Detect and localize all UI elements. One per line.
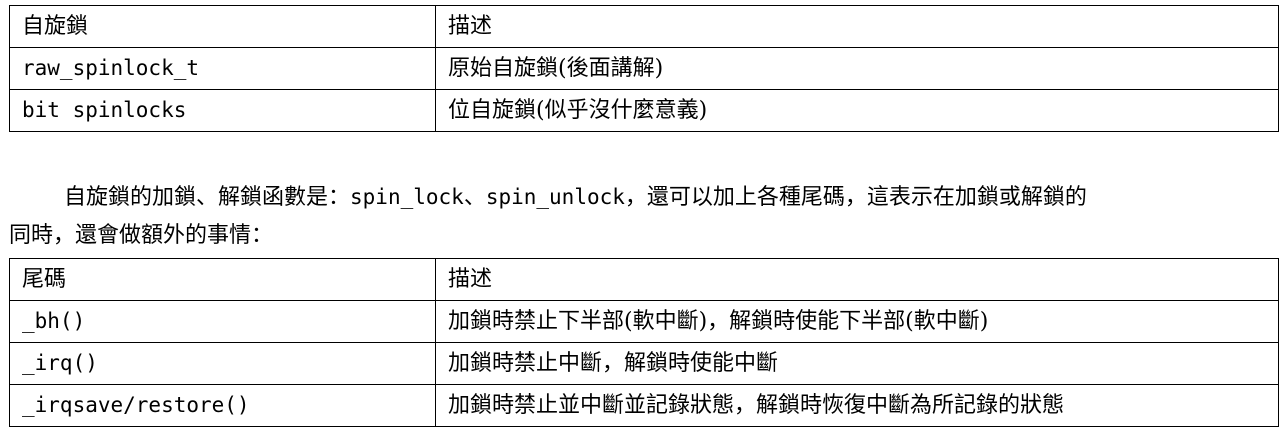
table-header-cell: 描述 — [435, 258, 1279, 301]
suffix-table: 尾碼 描述 _bh() 加鎖時禁止下半部(軟中斷)，解鎖時使能下半部(軟中斷) … — [9, 258, 1279, 427]
table-cell-description: 位自旋鎖(似乎沒什麼意義) — [435, 89, 1279, 132]
paragraph-text: ，還可以加上各種尾碼，這表示在加鎖或解鎖的 — [624, 185, 1087, 210]
table-row: _irqsave/restore() 加鎖時禁止並中斷並記錄狀態，解鎖時恢復中斷… — [9, 384, 1279, 427]
table-cell-suffix: _irq() — [9, 342, 436, 385]
table-cell-description: 加鎖時禁止中斷，解鎖時使能中斷 — [435, 342, 1279, 385]
body-paragraph: 自旋鎖的加鎖、解鎖函數是：spin_lock、spin_unlock，還可以加上… — [9, 178, 1287, 255]
table-header-row: 尾碼 描述 — [9, 258, 1279, 301]
table-cell-description: 原始自旋鎖(後面講解) — [435, 47, 1279, 90]
table-cell-description: 加鎖時禁止下半部(軟中斷)，解鎖時使能下半部(軟中斷) — [435, 300, 1279, 343]
inline-code: spin_lock — [350, 185, 464, 209]
inline-code: spin_unlock — [485, 185, 625, 209]
paragraph-line-1: 自旋鎖的加鎖、解鎖函數是：spin_lock、spin_unlock，還可以加上… — [9, 178, 1287, 217]
table-cell-suffix: _bh() — [9, 300, 436, 343]
table-header-cell: 尾碼 — [9, 258, 436, 301]
paragraph-line-2: 同時，還會做額外的事情： — [9, 223, 274, 248]
table-header-cell: 描述 — [435, 5, 1279, 48]
table-row: _irq() 加鎖時禁止中斷，解鎖時使能中斷 — [9, 342, 1279, 385]
table-cell-name: bit spinlocks — [9, 89, 436, 132]
table-cell-name: raw_spinlock_t — [9, 47, 436, 90]
spinlock-types-table: 自旋鎖 描述 raw_spinlock_t 原始自旋鎖(後面講解) bit sp… — [9, 5, 1279, 132]
table-row: raw_spinlock_t 原始自旋鎖(後面講解) — [9, 47, 1279, 90]
table-header-cell: 自旋鎖 — [9, 5, 436, 48]
table-row: bit spinlocks 位自旋鎖(似乎沒什麼意義) — [9, 89, 1279, 132]
table-header-row: 自旋鎖 描述 — [9, 5, 1279, 48]
table-row: _bh() 加鎖時禁止下半部(軟中斷)，解鎖時使能下半部(軟中斷) — [9, 300, 1279, 343]
table-cell-suffix: _irqsave/restore() — [9, 384, 436, 427]
table-cell-description: 加鎖時禁止並中斷並記錄狀態，解鎖時恢復中斷為所記錄的狀態 — [435, 384, 1279, 427]
paragraph-text: 、 — [463, 185, 486, 210]
paragraph-text: 自旋鎖的加鎖、解鎖函數是： — [64, 185, 351, 210]
